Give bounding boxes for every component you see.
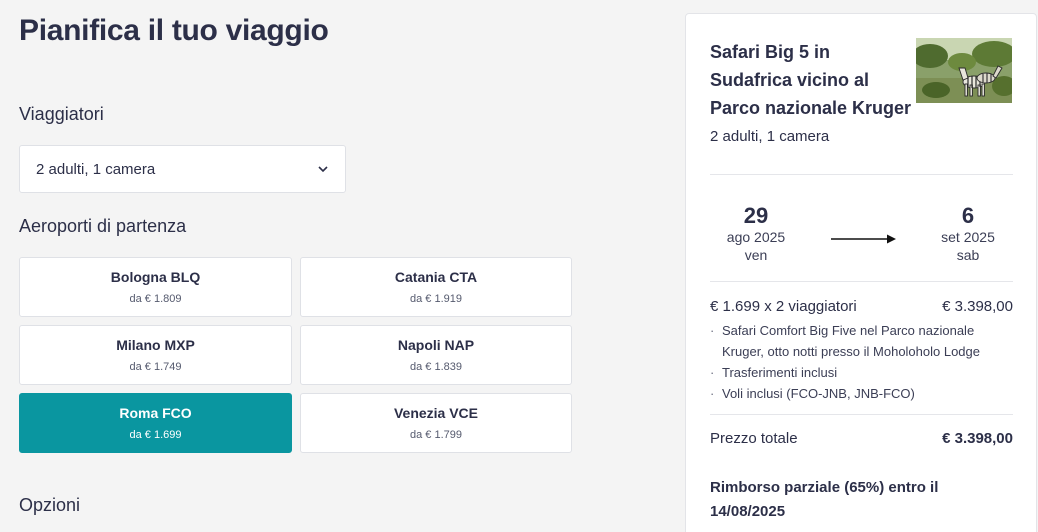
start-date-month-year: ago 2025: [726, 229, 786, 245]
trip-title: Safari Big 5 in Sudafrica vicino al Parc…: [710, 42, 912, 118]
travelers-select-value: 2 adulti, 1 camera: [36, 160, 156, 178]
airport-option-cta[interactable]: Catania CTA da € 1.919: [300, 257, 572, 317]
airport-name: Napoli NAP: [397, 337, 475, 353]
arrow-right-icon: [831, 232, 897, 244]
chevron-down-icon: [317, 163, 329, 175]
trip-thumbnail-image: [916, 38, 1012, 103]
airport-name: Catania CTA: [394, 269, 478, 285]
airport-name: Roma FCO: [119, 405, 192, 421]
airport-option-fco[interactable]: Roma FCO da € 1.699: [19, 393, 292, 453]
start-date-day: 29: [743, 203, 769, 228]
start-date-weekday: ven: [744, 247, 768, 263]
departure-airports-label: Aeroporti di partenza: [19, 216, 187, 236]
departure-airport-grid: Bologna BLQ da € 1.809 Catania CTA da € …: [19, 257, 572, 453]
travelers-label: Viaggiatori: [19, 104, 104, 124]
list-item: Voli inclusi (FCO-JNB, JNB-FCO): [710, 383, 1000, 404]
list-item: Trasferimenti inclusi: [710, 362, 1000, 383]
total-price-amount: € 3.398,00: [942, 430, 1013, 447]
airport-option-blq[interactable]: Bologna BLQ da € 1.809: [19, 257, 292, 317]
airport-price: da € 1.839: [410, 361, 462, 373]
start-date: 29 ago 2025 ven: [721, 204, 791, 264]
booking-summary-card: Safari Big 5 in Sudafrica vicino al Parc…: [685, 13, 1037, 532]
airport-price: da € 1.699: [129, 429, 182, 441]
airport-option-nap[interactable]: Napoli NAP da € 1.839: [300, 325, 572, 385]
airport-name: Bologna BLQ: [110, 269, 201, 285]
end-date: 6 set 2025 sab: [933, 204, 1003, 264]
list-item: Safari Comfort Big Five nel Parco nazion…: [710, 320, 1000, 362]
airport-price: da € 1.919: [410, 293, 462, 305]
inclusions-list: Safari Comfort Big Five nel Parco nazion…: [710, 320, 1000, 404]
price-per-traveler-row: € 1.699 x 2 viaggiatori € 3.398,00: [710, 298, 1013, 315]
total-price-row: Prezzo totale € 3.398,00: [710, 430, 1013, 447]
divider: [710, 414, 1013, 415]
travelers-select[interactable]: 2 adulti, 1 camera: [19, 145, 346, 193]
options-label: Opzioni: [19, 495, 81, 515]
total-price-label: Prezzo totale: [710, 430, 798, 447]
airport-option-vce[interactable]: Venezia VCE da € 1.799: [300, 393, 572, 453]
end-date-day: 6: [961, 203, 975, 228]
refund-policy: Rimborso parziale (65%) entro il 14/08/2…: [710, 479, 939, 520]
airport-option-mxp[interactable]: Milano MXP da € 1.749: [19, 325, 292, 385]
airport-price: da € 1.809: [129, 293, 182, 305]
airport-name: Milano MXP: [116, 337, 195, 353]
price-per-traveler-amount: € 3.398,00: [942, 298, 1013, 315]
trip-guests: 2 adulti, 1 camera: [710, 128, 830, 145]
end-date-weekday: sab: [956, 247, 980, 263]
end-date-month-year: set 2025: [941, 229, 995, 245]
airport-price: da € 1.749: [129, 361, 182, 373]
airport-price: da € 1.799: [410, 429, 462, 441]
airport-name: Venezia VCE: [393, 405, 479, 421]
page-title: Pianifica il tuo viaggio: [19, 14, 329, 47]
divider: [710, 281, 1013, 282]
divider: [710, 174, 1013, 175]
price-per-traveler-label: € 1.699 x 2 viaggiatori: [710, 298, 857, 315]
